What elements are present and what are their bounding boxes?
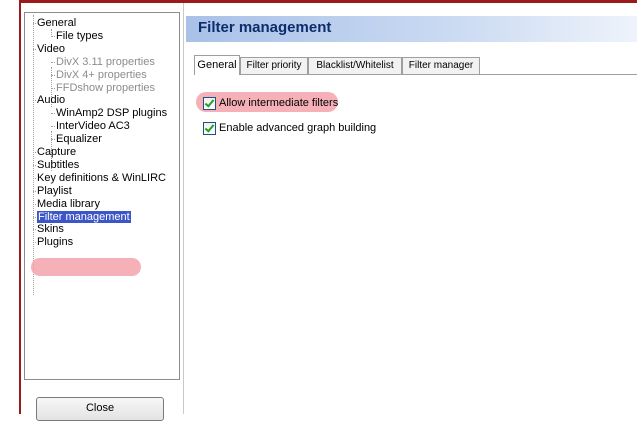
tree-connector bbox=[51, 87, 55, 89]
tree-item-label: Key definitions & WinLIRC bbox=[37, 171, 166, 184]
page-title: Filter management bbox=[198, 19, 332, 36]
tab-general[interactable]: General bbox=[194, 55, 240, 75]
tree-item-video[interactable]: Video bbox=[37, 43, 65, 56]
tree-connector bbox=[33, 15, 34, 295]
page-header: Filter management bbox=[186, 16, 637, 42]
tree-item-label: FFDshow properties bbox=[56, 81, 156, 94]
selection-highlight bbox=[31, 258, 141, 276]
tree-connector bbox=[33, 164, 36, 166]
tree-item-label: Audio bbox=[37, 94, 66, 107]
tree-item-playlist[interactable]: Playlist bbox=[37, 185, 72, 198]
tree-connector bbox=[51, 74, 55, 76]
tree-connector bbox=[33, 48, 36, 50]
checkbox-label: Enable advanced graph building bbox=[219, 122, 377, 134]
tree-connector bbox=[33, 229, 36, 231]
tree-connector bbox=[51, 126, 55, 128]
tree-connector bbox=[51, 139, 55, 141]
tree-connector bbox=[33, 190, 36, 192]
tree-item-label: DivX 4+ properties bbox=[56, 68, 147, 81]
tab-filter-manager[interactable]: Filter manager bbox=[402, 57, 480, 74]
tree-item-filter-management[interactable]: Filter management bbox=[36, 209, 132, 224]
tree-item-skins[interactable]: Skins bbox=[37, 223, 64, 236]
tab-blacklist-whitelist[interactable]: Blacklist/Whitelist bbox=[308, 57, 402, 74]
tree-item-label: Capture bbox=[37, 146, 77, 158]
tree-connector bbox=[33, 203, 36, 205]
tree-item-capture[interactable]: Capture bbox=[37, 146, 76, 159]
tree-item-label: File types bbox=[56, 29, 104, 42]
tree-item-label: Video bbox=[37, 42, 65, 55]
tree-item-equalizer[interactable]: Equalizer bbox=[56, 133, 102, 146]
tree-item-media-library[interactable]: Media library bbox=[37, 198, 100, 211]
checkbox-checked-icon bbox=[203, 97, 216, 110]
tab-baseline bbox=[194, 74, 637, 75]
tree-item-subtitles[interactable]: Subtitles bbox=[37, 159, 79, 172]
tree-item-intervideo-ac3[interactable]: InterVideo AC3 bbox=[56, 120, 130, 133]
tree-item-label: Media library bbox=[37, 197, 100, 210]
pane-divider bbox=[183, 3, 184, 414]
tree-item-divx-4-properties[interactable]: DivX 4+ properties bbox=[56, 69, 147, 82]
tree-item-audio[interactable]: Audio bbox=[37, 94, 65, 107]
tree-item-key-definitions-winlirc[interactable]: Key definitions & WinLIRC bbox=[37, 172, 166, 185]
checkbox-label: Allow intermediate filters bbox=[219, 97, 339, 109]
tree-item-label: InterVideo AC3 bbox=[56, 120, 130, 133]
tree-item-label: Equalizer bbox=[56, 133, 102, 146]
tab-filter-priority[interactable]: Filter priority bbox=[240, 57, 308, 74]
tree-connector bbox=[33, 242, 36, 244]
tree-connector bbox=[51, 61, 55, 63]
window-frame-top bbox=[19, 0, 637, 3]
settings-tree[interactable]: General File types Video DivX 3.11 properti… bbox=[24, 12, 180, 380]
tree-item-label: General bbox=[37, 17, 77, 29]
tree-item-label: Filter management bbox=[36, 209, 132, 224]
checkbox-checked-icon bbox=[203, 122, 216, 135]
tree-connector bbox=[33, 216, 36, 218]
tree-item-divx-3-11-properties[interactable]: DivX 3.11 properties bbox=[56, 56, 155, 69]
close-button[interactable]: Close bbox=[36, 397, 164, 421]
tree-connector bbox=[33, 152, 36, 153]
tree-item-winamp2-dsp-plugins[interactable]: WinAmp2 DSP plugins bbox=[56, 107, 167, 120]
tree-item-label: Skins bbox=[37, 223, 64, 236]
window-frame-left bbox=[19, 0, 21, 414]
tree-item-label: Subtitles bbox=[37, 158, 80, 171]
tree-item-label: Plugins bbox=[37, 236, 74, 249]
tree-item-label: WinAmp2 DSP plugins bbox=[56, 107, 168, 120]
tree-connector bbox=[51, 35, 55, 37]
tree-connector bbox=[51, 113, 55, 115]
tree-item-plugins[interactable]: Plugins bbox=[37, 236, 73, 249]
tree-connector bbox=[33, 100, 36, 102]
tree-item-ffdshow-properties[interactable]: FFDshow properties bbox=[56, 82, 155, 95]
tree-item-general[interactable]: General bbox=[37, 17, 76, 30]
tree-connector bbox=[33, 23, 36, 24]
tree-item-file-types[interactable]: File types bbox=[56, 30, 103, 43]
tree-connector bbox=[33, 177, 36, 179]
tree-item-label: DivX 3.11 properties bbox=[56, 55, 155, 68]
tree-item-label: Playlist bbox=[37, 184, 72, 197]
